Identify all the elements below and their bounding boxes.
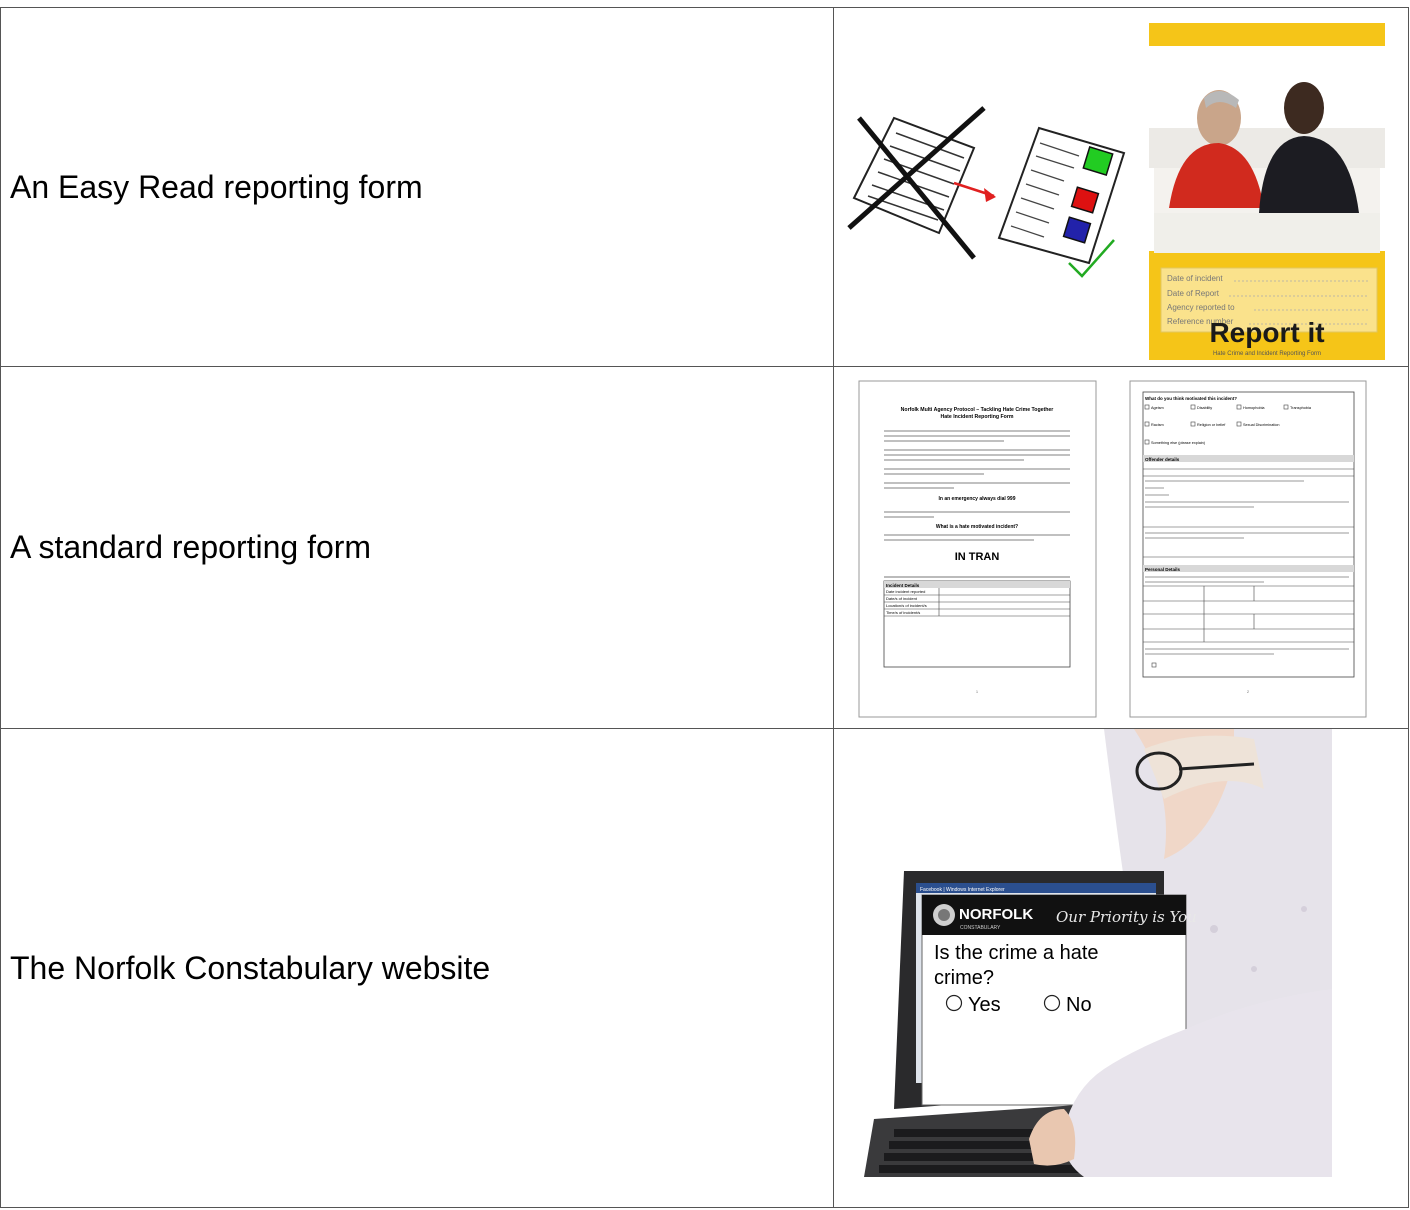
form-page-1: Norfolk Multi Agency Protocol – Tackling… bbox=[858, 380, 1097, 718]
website-logo-sub: CONSTABULARY bbox=[960, 925, 1001, 931]
arrow-right-icon bbox=[953, 181, 996, 202]
browser-title: Facebook | Windows Internet Explorer bbox=[920, 887, 1005, 893]
yes-label: Yes bbox=[968, 994, 1001, 1016]
form-options-table: An Easy Read reporting form Date of inci… bbox=[0, 7, 1409, 1208]
new-form-icon bbox=[997, 126, 1126, 278]
motive-option: Racism bbox=[1151, 423, 1164, 427]
cover-field: Agency reported to bbox=[1167, 303, 1235, 312]
website-question-line2: crime? bbox=[934, 967, 994, 989]
cover-title: Report it bbox=[1209, 317, 1324, 348]
no-radio[interactable] bbox=[1043, 994, 1061, 1012]
cover-field: Date of Report bbox=[1167, 289, 1220, 298]
page2-offender: Offender details bbox=[1145, 457, 1180, 462]
motive-option: Transphobia bbox=[1290, 406, 1312, 410]
page1-row: Date/s of incident bbox=[886, 596, 918, 601]
table-row: A standard reporting form Norfolk Multi … bbox=[0, 366, 1409, 729]
picture-cell: Facebook | Windows Internet Explorer NOR… bbox=[833, 728, 1409, 1208]
table-row: An Easy Read reporting form Date of inci… bbox=[0, 7, 1409, 367]
page1-section: Incident Details bbox=[886, 583, 920, 588]
page2-heading: What do you think motivated this inciden… bbox=[1145, 396, 1237, 401]
motive-option: Something else (please explain) bbox=[1151, 441, 1206, 445]
page1-row: Time/s of incident/s bbox=[886, 610, 920, 615]
picture-cell: Date of incident Date of Report Agency r… bbox=[833, 7, 1409, 367]
website-question-line1: Is the crime a hate bbox=[934, 942, 1099, 964]
motive-option: Ageism bbox=[1151, 406, 1164, 410]
cover-subtitle: Hate Crime and Incident Reporting Form bbox=[1213, 351, 1321, 357]
crossed-document-icon bbox=[847, 106, 986, 260]
motive-option: Homophobia bbox=[1243, 406, 1265, 410]
motive-option: Religion or belief bbox=[1197, 423, 1226, 427]
page1-row: Location/s of incident/s bbox=[886, 603, 927, 608]
page1-question: What is a hate motivated incident? bbox=[936, 524, 1018, 530]
form-page-2: What do you think motivated this inciden… bbox=[1129, 380, 1367, 718]
easy-read-form-illustration: Date of incident Date of Report Agency r… bbox=[847, 23, 1385, 360]
standard-form-pages: Norfolk Multi Agency Protocol – Tackling… bbox=[858, 380, 1367, 718]
page1-row: Date incident reported bbox=[886, 589, 925, 594]
yes-radio[interactable] bbox=[945, 994, 963, 1012]
row-label-cell: An Easy Read reporting form bbox=[0, 7, 834, 367]
cover-field: Date of incident bbox=[1167, 274, 1223, 283]
no-label: No bbox=[1066, 994, 1092, 1016]
laptop-website-photo: Facebook | Windows Internet Explorer NOR… bbox=[854, 729, 1332, 1177]
row-label: A standard reporting form bbox=[10, 529, 372, 565]
row-label: The Norfolk Constabulary website bbox=[10, 949, 491, 986]
row-label-cell: The Norfolk Constabulary website bbox=[0, 728, 834, 1208]
row-label: An Easy Read reporting form bbox=[10, 168, 423, 205]
website-logo: NORFOLK bbox=[959, 906, 1033, 923]
table-row: The Norfolk Constabulary website Faceboo… bbox=[0, 728, 1409, 1208]
website-tagline: Our Priority is You bbox=[1056, 908, 1197, 926]
page1-title: Norfolk Multi Agency Protocol – Tackling… bbox=[901, 407, 1054, 413]
row-label-cell: A standard reporting form bbox=[0, 366, 834, 729]
motive-option: Disability bbox=[1197, 406, 1212, 410]
page1-emergency: In an emergency always dial 999 bbox=[939, 496, 1016, 502]
report-it-cover: Date of incident Date of Report Agency r… bbox=[1149, 23, 1385, 360]
page1-subtitle: Hate Incident Reporting Form bbox=[941, 414, 1014, 420]
page2-personal: Personal Details bbox=[1145, 567, 1181, 572]
motive-option: Sexual Discrimination bbox=[1243, 423, 1280, 427]
page1-logo: IN TRAN bbox=[955, 551, 1000, 563]
picture-cell: Norfolk Multi Agency Protocol – Tackling… bbox=[833, 366, 1409, 729]
